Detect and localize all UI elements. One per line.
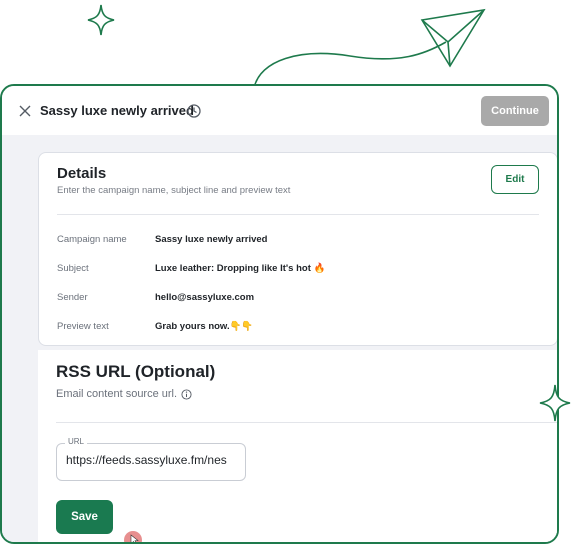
url-label: URL — [65, 437, 88, 446]
edit-button[interactable]: Edit — [491, 165, 539, 194]
detail-value: hello@sassyluxe.com — [155, 292, 255, 303]
url-field[interactable]: URL — [56, 437, 246, 481]
rss-subtitle: Email content source url. — [56, 388, 192, 400]
rss-subtitle-text: Email content source url. — [56, 388, 178, 400]
details-subtitle: Enter the campaign name, subject line an… — [57, 185, 291, 196]
pointer-cursor-icon — [124, 531, 142, 542]
content-area: Details Enter the campaign name, subject… — [2, 135, 557, 542]
close-icon[interactable] — [16, 102, 34, 120]
save-button[interactable]: Save — [56, 500, 113, 534]
paper-plane-icon — [253, 8, 486, 89]
detail-label: Sender — [57, 292, 88, 303]
editor-window: Sassy luxe newly arrived Continue Detail… — [0, 84, 559, 544]
detail-value: Luxe leather: Dropping like It's hot 🔥 — [155, 263, 326, 274]
detail-label: Campaign name — [57, 234, 127, 245]
divider — [57, 214, 539, 215]
divider — [56, 422, 557, 423]
campaign-title: Sassy luxe newly arrived — [40, 103, 194, 118]
url-input[interactable] — [66, 453, 241, 467]
clock-icon[interactable] — [186, 103, 202, 119]
detail-label: Subject — [57, 263, 89, 274]
details-card: Details Enter the campaign name, subject… — [38, 152, 557, 346]
rss-url-panel: RSS URL (Optional) Email content source … — [38, 350, 557, 542]
sparkle-icon-top — [87, 4, 115, 36]
rss-title: RSS URL (Optional) — [56, 362, 216, 381]
detail-value: Sassy luxe newly arrived — [155, 234, 268, 245]
info-icon[interactable] — [181, 388, 192, 400]
details-title: Details — [57, 165, 107, 182]
detail-value: Grab yours now.👇👇 — [155, 321, 254, 332]
top-bar: Sassy luxe newly arrived Continue — [2, 86, 557, 138]
detail-label: Preview text — [57, 321, 109, 332]
continue-button[interactable]: Continue — [481, 96, 549, 126]
